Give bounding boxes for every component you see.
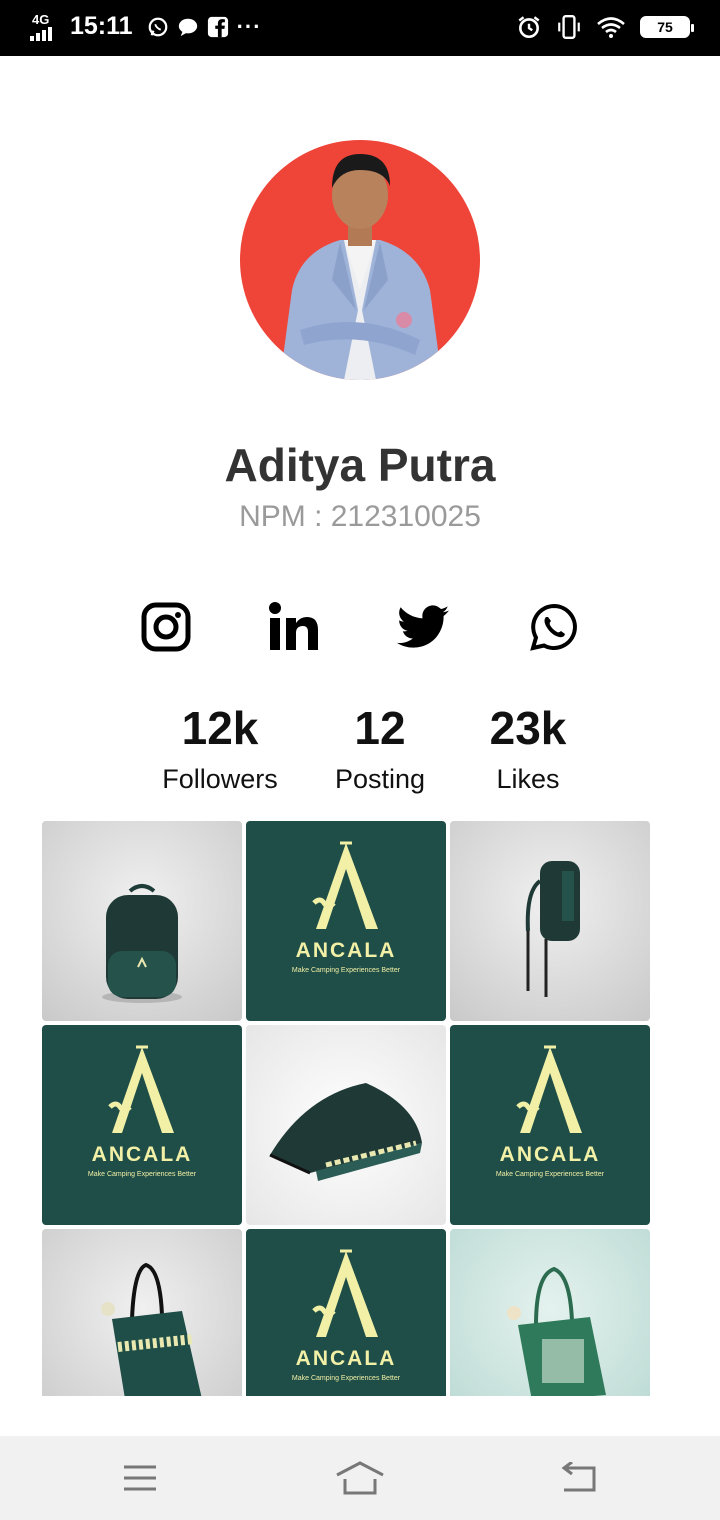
logo-wordmark: ANCALA (295, 939, 397, 962)
post-ancala-logo[interactable]: ANCALA Make Camping Experiences Better (246, 1229, 446, 1396)
post-ancala-logo[interactable]: ANCALA Make Camping Experiences Better (42, 1025, 242, 1225)
logo-tagline: Make Camping Experiences Better (87, 1171, 197, 1178)
logo-wordmark: ANCALA (295, 1347, 397, 1370)
post-tote-bag-green[interactable] (450, 1229, 650, 1396)
social-links (0, 600, 720, 654)
posting-stat: 12 Posting (320, 700, 440, 795)
alarm-icon (518, 16, 540, 39)
posting-label: Posting (334, 764, 426, 794)
posting-count: 12 (354, 702, 406, 754)
likes-count: 23k (489, 702, 567, 754)
system-nav-bar (0, 1436, 720, 1520)
post-grid: ANCALA Make Camping Experiences Better A… (42, 821, 650, 1396)
followers-stat: 12k Followers (150, 700, 290, 795)
logo-tagline: Make Camping Experiences Better (291, 967, 401, 974)
post-ancala-logo[interactable]: ANCALA Make Camping Experiences Better (246, 821, 446, 1021)
linkedin-icon[interactable] (267, 600, 321, 654)
logo-tagline: Make Camping Experiences Better (495, 1171, 605, 1178)
whatsapp-icon[interactable] (527, 600, 581, 654)
likes-label: Likes (496, 764, 560, 794)
post-ancala-logo[interactable]: ANCALA Make Camping Experiences Better (450, 1025, 650, 1225)
facebook-icon (207, 16, 228, 37)
post-backpack-side[interactable] (450, 821, 650, 1021)
followers-label: Followers (162, 764, 278, 794)
whatsapp-icon (148, 17, 167, 36)
cellular-signal-icon: 4G (30, 13, 56, 41)
more-notifications: ··· (236, 13, 262, 39)
post-tote-bag-dark[interactable] (42, 1229, 242, 1396)
followers-count: 12k (181, 702, 259, 754)
instagram-icon[interactable] (139, 600, 193, 654)
wifi-icon (597, 17, 625, 38)
menu-icon[interactable] (110, 1456, 170, 1500)
logo-wordmark: ANCALA (499, 1143, 601, 1166)
logo-wordmark: ANCALA (91, 1143, 193, 1166)
post-tent[interactable] (246, 1025, 446, 1225)
battery-icon: 75 (640, 16, 694, 38)
logo-tagline: Make Camping Experiences Better (291, 1375, 401, 1382)
status-bar: 4G 15:11 ··· 75 (0, 0, 720, 56)
vibrate-icon (558, 14, 580, 40)
post-backpack-front[interactable] (42, 821, 242, 1021)
likes-stat: 23k Likes (468, 700, 588, 795)
back-icon[interactable] (548, 1456, 608, 1500)
profile-name: Aditya Putra (224, 439, 496, 491)
clock: 15:11 (70, 12, 133, 40)
chat-bubble-icon (178, 18, 197, 36)
profile-npm: NPM : 212310025 (239, 500, 481, 533)
home-icon[interactable] (330, 1456, 390, 1500)
profile-avatar (240, 140, 480, 380)
twitter-icon[interactable] (396, 600, 450, 654)
